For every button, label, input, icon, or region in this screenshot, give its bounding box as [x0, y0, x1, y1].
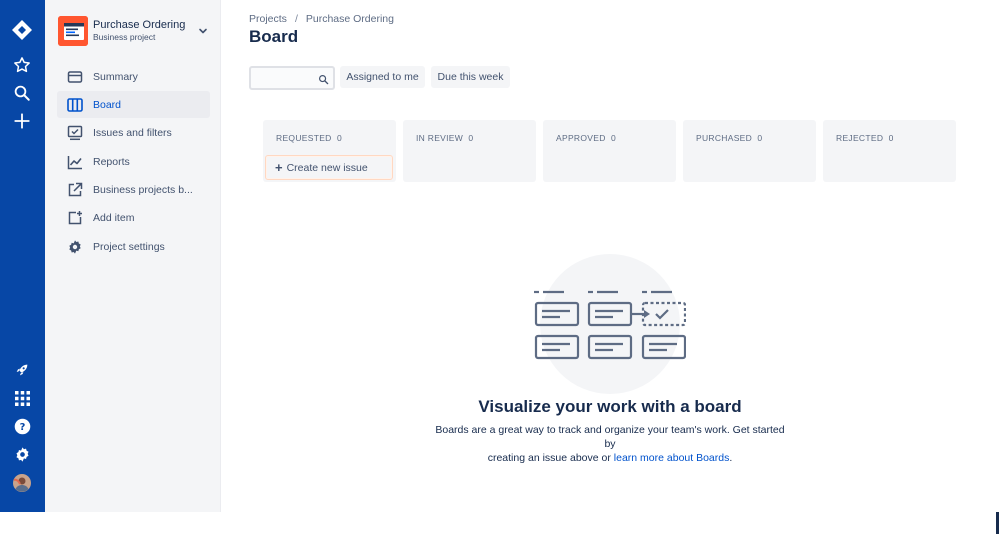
breadcrumb-separator: / [294, 13, 298, 25]
avatar[interactable] [10, 471, 34, 495]
column-header: IN REVIEW 0 [416, 133, 473, 143]
sidebar-item-label: Summary [93, 70, 138, 83]
plus-icon: + [275, 160, 283, 175]
rocket-icon[interactable] [10, 358, 34, 382]
board-column-purchased: PURCHASED 0 [683, 120, 816, 182]
external-link-icon [66, 181, 84, 199]
column-count: 0 [610, 133, 616, 143]
svg-text:?: ? [19, 422, 25, 433]
column-title: REJECTED [836, 133, 884, 143]
project-switcher[interactable]: Purchase Ordering Business project [58, 16, 210, 46]
search-input[interactable] [251, 69, 319, 88]
issues-icon [66, 124, 84, 142]
column-header: REQUESTED 0 [276, 133, 342, 143]
sidebar-item-issues-and-filters[interactable]: Issues and filters [57, 119, 210, 146]
empty-state-title: Visualize your work with a board [478, 397, 742, 416]
empty-state-line-1: Boards are a great way to track and orga… [435, 424, 785, 450]
settings-icon[interactable] [10, 442, 34, 466]
reports-icon [66, 153, 84, 171]
global-nav: ? [0, 0, 45, 512]
breadcrumb: Projects / Purchase Ordering [249, 13, 394, 25]
create-issue-label: Create new issue [286, 161, 368, 174]
sidebar-item-project-settings[interactable]: Project settings [57, 233, 210, 260]
column-header: PURCHASED 0 [696, 133, 762, 143]
breadcrumb-project[interactable]: Purchase Ordering [306, 13, 394, 25]
gear-icon [66, 238, 84, 256]
empty-state-line-2: creating an issue above or learn more ab… [430, 451, 790, 465]
empty-state-description: Boards are a great way to track and orga… [430, 423, 790, 465]
jira-logo-icon[interactable] [10, 18, 34, 42]
column-header: APPROVED 0 [556, 133, 616, 143]
column-count: 0 [336, 133, 342, 143]
search-icon [318, 72, 329, 90]
board-illustration [534, 254, 687, 394]
sidebar-item-label: Board [93, 98, 122, 111]
search-icon[interactable] [10, 81, 34, 105]
column-title: IN REVIEW [416, 133, 464, 143]
sidebar-item-label: Reports [93, 155, 130, 168]
summary-icon [66, 68, 84, 86]
sidebar-item-label: Business projects b... [93, 183, 193, 196]
board-column-in-review: IN REVIEW 0 [403, 120, 536, 182]
page-title: Board [249, 27, 299, 46]
sidebar-item-board[interactable]: Board [57, 91, 210, 118]
column-title: APPROVED [556, 133, 606, 143]
empty-state-line-2-text: creating an issue above or [487, 452, 614, 464]
add-item-icon [66, 209, 84, 227]
column-title: REQUESTED [276, 133, 332, 143]
sidebar-item-business-projects[interactable]: Business projects b... [57, 176, 210, 203]
column-count: 0 [468, 133, 474, 143]
board-icon [66, 96, 84, 114]
column-count: 0 [757, 133, 763, 143]
due-this-week-button[interactable]: Due this week [431, 66, 510, 88]
search-field[interactable] [249, 66, 335, 90]
breadcrumb-projects[interactable]: Projects [249, 13, 287, 25]
sidebar-item-label: Issues and filters [93, 126, 172, 139]
board-column-approved: APPROVED 0 [543, 120, 676, 182]
app-switcher-icon[interactable] [10, 386, 34, 410]
sidebar-item-label: Add item [93, 211, 135, 224]
column-title: PURCHASED [696, 133, 753, 143]
learn-more-link[interactable]: learn more about Boards [614, 452, 730, 464]
column-header: REJECTED 0 [836, 133, 894, 143]
project-sidebar: Purchase Ordering Business project Summa… [45, 0, 221, 512]
project-type: Business project [93, 32, 156, 42]
sidebar-item-add-item[interactable]: Add item [57, 204, 210, 231]
empty-state-line-2-suffix: . [729, 452, 733, 464]
sidebar-item-label: Project settings [93, 240, 165, 253]
star-icon[interactable] [10, 53, 34, 77]
project-avatar [58, 16, 88, 46]
sidebar-item-summary[interactable]: Summary [57, 63, 210, 90]
help-icon[interactable]: ? [10, 414, 34, 438]
sidebar-item-reports[interactable]: Reports [57, 148, 210, 175]
assigned-to-me-button[interactable]: Assigned to me [340, 66, 425, 88]
create-issue-button[interactable]: + Create new issue [265, 155, 393, 180]
column-count: 0 [888, 133, 894, 143]
board-column-rejected: REJECTED 0 [823, 120, 956, 182]
chevron-down-icon[interactable] [196, 24, 210, 38]
project-name: Purchase Ordering [93, 19, 186, 31]
plus-icon[interactable] [10, 109, 34, 133]
